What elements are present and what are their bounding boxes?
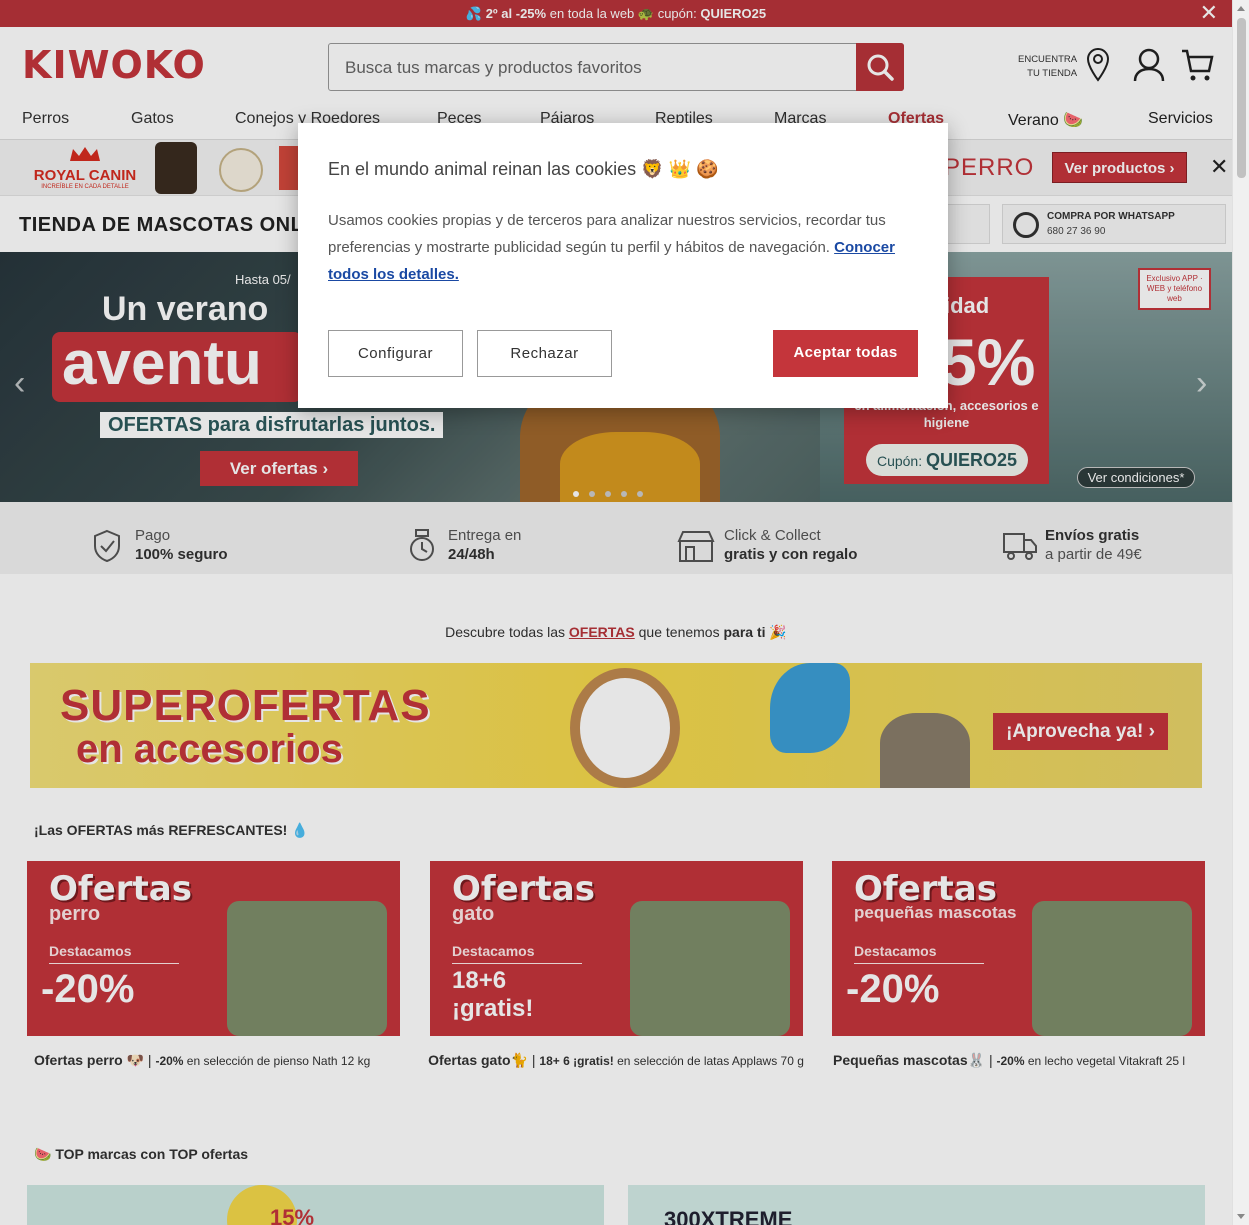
scrollbar[interactable] (1232, 0, 1249, 1225)
cookie-title: En el mundo animal reinan las cookies 🦁 … (328, 159, 719, 179)
cookie-text: Usamos cookies propias y de terceros par… (328, 212, 886, 256)
scrollbar-thumb[interactable] (1237, 18, 1246, 178)
reject-button[interactable]: Rechazar (477, 330, 612, 377)
cookie-dialog: En el mundo animal reinan las cookies 🦁 … (298, 123, 948, 408)
configure-button[interactable]: Configurar (328, 330, 463, 377)
accept-all-button[interactable]: Aceptar todas (773, 330, 918, 377)
page: 💦 2º al -25% en toda la web 🐢 cupón: QUI… (0, 0, 1232, 1225)
scroll-down-icon[interactable] (1237, 1214, 1245, 1219)
scroll-up-icon[interactable] (1237, 6, 1245, 11)
cookie-body: Usamos cookies propias y de terceros par… (328, 207, 928, 288)
